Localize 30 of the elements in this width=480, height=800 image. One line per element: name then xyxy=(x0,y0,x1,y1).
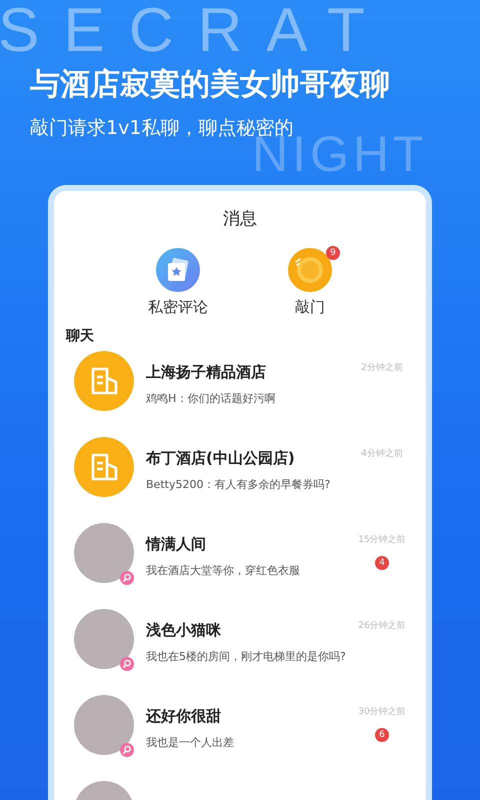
chat-time: 4分钟之前 xyxy=(361,448,403,460)
chat-time: 30分钟之前 xyxy=(358,706,406,718)
chat-time: 26分钟之前 xyxy=(358,620,406,632)
chat-name[interactable]: 浅色小猫咪 xyxy=(146,621,354,640)
chat-message: Betty5200：有人有多余的早餐券吗? xyxy=(146,477,332,492)
screen-title: 消息 xyxy=(222,208,258,230)
female-icon xyxy=(120,571,134,585)
chat-name[interactable]: 还好你很甜 xyxy=(146,707,354,726)
chat-message: 鸡鸣H：你们的话题好污啊 xyxy=(146,391,276,406)
shortcut-label[interactable]: 敲门 xyxy=(295,298,325,317)
unread-badge: 4 xyxy=(375,556,389,570)
backdrop-word: SECRAT xyxy=(0,0,389,62)
chat-name[interactable]: 上海扬子精品酒店 xyxy=(146,363,354,382)
chat-name[interactable]: 情满人间 xyxy=(146,535,354,554)
count-badge: 9 xyxy=(326,246,340,260)
building-icon xyxy=(74,437,134,497)
chat-message: 我也是一个人出差 xyxy=(146,735,235,750)
coin-icon[interactable] xyxy=(288,248,332,292)
chat-name[interactable]: 布丁酒店(中山公园店) xyxy=(146,449,354,468)
headline: 与酒店寂寞的美女帅哥夜聊 xyxy=(30,66,391,104)
chat-time: 15分钟之前 xyxy=(358,534,406,546)
chat-time: 2分钟之前 xyxy=(361,362,403,374)
building-icon xyxy=(74,351,134,411)
chat-message: 我在酒店大堂等你，穿红色衣服 xyxy=(146,563,301,578)
chat-message: 我也在5楼的房间，刚才电梯里的是你吗? xyxy=(146,649,347,664)
female-icon xyxy=(120,743,134,757)
unread-badge: 6 xyxy=(375,728,389,742)
section-title: 聊天 xyxy=(66,327,95,345)
female-icon xyxy=(120,657,134,671)
shortcut-label[interactable]: 私密评论 xyxy=(148,298,208,317)
